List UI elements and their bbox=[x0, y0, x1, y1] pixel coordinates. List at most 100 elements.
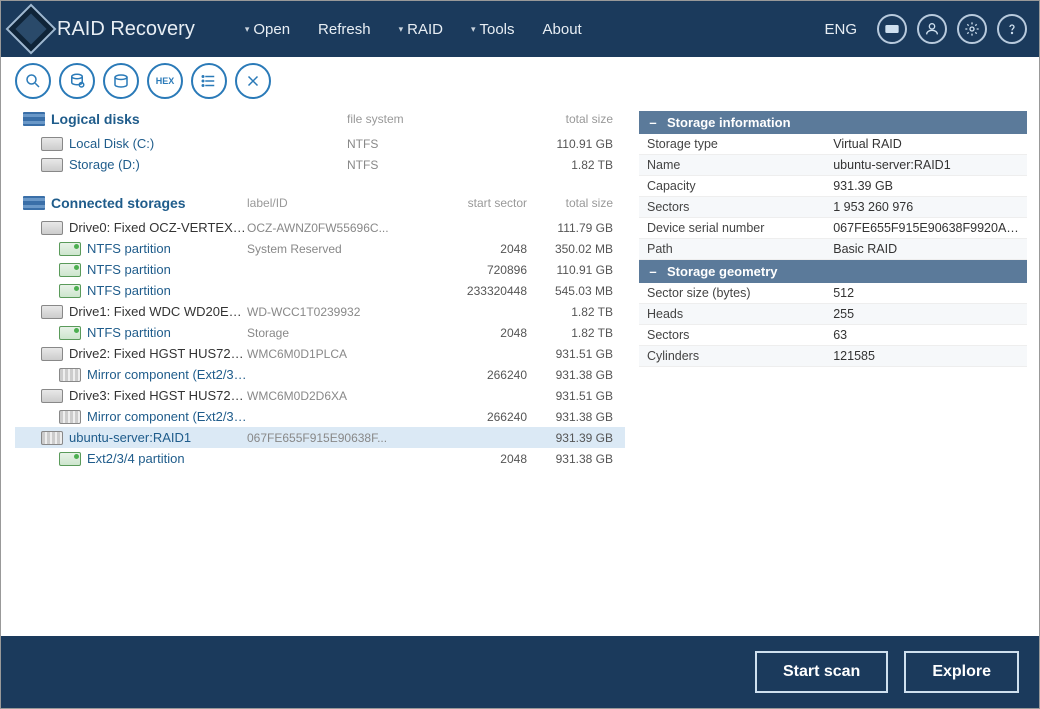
app-title: RAID Recovery bbox=[57, 18, 195, 41]
tool-close-icon[interactable] bbox=[235, 63, 271, 99]
storage-geometry-title: Storage geometry bbox=[667, 264, 778, 279]
part-icon bbox=[59, 452, 81, 466]
storage-info-header: – Storage information bbox=[639, 111, 1027, 134]
info-key: Storage type bbox=[639, 134, 825, 155]
menu-raid[interactable]: ▾RAID bbox=[399, 21, 443, 38]
info-row: Sectors63 bbox=[639, 325, 1027, 346]
tool-disk-icon[interactable] bbox=[103, 63, 139, 99]
main-area: Logical disks file system total size Loc… bbox=[1, 105, 1039, 636]
info-panel: – Storage information Storage typeVirtua… bbox=[631, 105, 1039, 636]
storage-name: ubuntu-server:RAID1 bbox=[69, 430, 247, 445]
info-value: 255 bbox=[825, 304, 1027, 325]
disk-fs: NTFS bbox=[347, 158, 527, 172]
part-icon bbox=[59, 263, 81, 277]
storage-name: Mirror component (Ext2/3/4) partition bbox=[87, 409, 247, 424]
part-icon bbox=[59, 284, 81, 298]
storage-name: NTFS partition bbox=[87, 325, 247, 340]
info-value: 512 bbox=[825, 283, 1027, 304]
storage-label: OCZ-AWNZ0FW55696C... bbox=[247, 221, 427, 235]
part-icon bbox=[59, 242, 81, 256]
storage-row[interactable]: Mirror component (Ext2/3/4) partition 266… bbox=[15, 406, 625, 427]
storage-name: Mirror component (Ext2/3/4) partition bbox=[87, 367, 247, 382]
info-key: Sectors bbox=[639, 197, 825, 218]
storage-row[interactable]: NTFS partitionStorage20481.82 TB bbox=[15, 322, 625, 343]
explore-button[interactable]: Explore bbox=[904, 651, 1019, 693]
storage-row[interactable]: NTFS partition233320448545.03 MB bbox=[15, 280, 625, 301]
connected-storages-title: Connected storages bbox=[51, 195, 186, 211]
info-row: PathBasic RAID bbox=[639, 239, 1027, 260]
storage-size: 931.51 GB bbox=[527, 389, 617, 403]
storage-size: 931.51 GB bbox=[527, 347, 617, 361]
collapse-icon[interactable]: – bbox=[647, 115, 659, 130]
storage-row[interactable]: Drive2: Fixed HGST HUS722T1TALA6...WMC6M… bbox=[15, 343, 625, 364]
tool-list-icon[interactable] bbox=[191, 63, 227, 99]
info-row: Sectors1 953 260 976 bbox=[639, 197, 1027, 218]
main-menu: ▾Open Refresh ▾RAID ▾Tools About bbox=[245, 21, 582, 38]
info-key: Path bbox=[639, 239, 825, 260]
storage-name: Drive1: Fixed WDC WD20EZRX-00DC0... bbox=[69, 304, 247, 319]
storage-size: 931.39 GB bbox=[527, 431, 617, 445]
menu-refresh[interactable]: Refresh bbox=[318, 21, 371, 38]
raid-icon bbox=[41, 431, 63, 445]
storage-row[interactable]: Ext2/3/4 partition2048931.38 GB bbox=[15, 448, 625, 469]
col-totalsize: total size bbox=[527, 112, 617, 126]
storage-size: 1.82 TB bbox=[527, 305, 617, 319]
bottom-bar: Start scan Explore bbox=[1, 636, 1039, 708]
disk-icon bbox=[41, 158, 63, 172]
logical-disks-title: Logical disks bbox=[51, 111, 140, 127]
logical-disk-row[interactable]: Storage (D:)NTFS1.82 TB bbox=[15, 154, 625, 175]
info-value: 931.39 GB bbox=[825, 176, 1027, 197]
info-key: Sector size (bytes) bbox=[639, 283, 825, 304]
info-key: Sectors bbox=[639, 325, 825, 346]
disk-fs: NTFS bbox=[347, 137, 527, 151]
disk-icon bbox=[41, 137, 63, 151]
logical-disks-header: Logical disks file system total size bbox=[15, 105, 625, 133]
disk-size: 1.82 TB bbox=[527, 158, 617, 172]
info-row: Heads255 bbox=[639, 304, 1027, 325]
storage-name: Drive0: Fixed OCZ-VERTEX3 (ATA) bbox=[69, 220, 247, 235]
info-value: ubuntu-server:RAID1 bbox=[825, 155, 1027, 176]
storage-name: Drive3: Fixed HGST HUS722T1TALA6... bbox=[69, 388, 247, 403]
storage-row[interactable]: Drive3: Fixed HGST HUS722T1TALA6...WMC6M… bbox=[15, 385, 625, 406]
storage-label: Storage bbox=[247, 326, 427, 340]
storage-row[interactable]: NTFS partitionSystem Reserved2048350.02 … bbox=[15, 238, 625, 259]
menu-open[interactable]: ▾Open bbox=[245, 21, 290, 38]
menu-about[interactable]: About bbox=[543, 21, 582, 38]
storage-size: 545.03 MB bbox=[527, 284, 617, 298]
storage-label: WD-WCC1T0239932 bbox=[247, 305, 427, 319]
drive-icon bbox=[41, 389, 63, 403]
help-icon[interactable] bbox=[997, 14, 1027, 44]
storage-row[interactable]: ubuntu-server:RAID1067FE655F915E90638F..… bbox=[15, 427, 625, 448]
info-key: Name bbox=[639, 155, 825, 176]
storage-row[interactable]: Drive0: Fixed OCZ-VERTEX3 (ATA)OCZ-AWNZ0… bbox=[15, 217, 625, 238]
storage-row[interactable]: Drive1: Fixed WDC WD20EZRX-00DC0...WD-WC… bbox=[15, 301, 625, 322]
language-switch[interactable]: ENG bbox=[824, 21, 857, 38]
logical-disk-row[interactable]: Local Disk (C:)NTFS110.91 GB bbox=[15, 133, 625, 154]
storage-size: 931.38 GB bbox=[527, 410, 617, 424]
menu-tools[interactable]: ▾Tools bbox=[471, 21, 515, 38]
info-row: Storage typeVirtual RAID bbox=[639, 134, 1027, 155]
user-icon[interactable] bbox=[917, 14, 947, 44]
disk-name: Storage (D:) bbox=[69, 157, 347, 172]
storage-label: WMC6M0D2D6XA bbox=[247, 389, 427, 403]
tool-hex-icon[interactable]: HEX bbox=[147, 63, 183, 99]
storage-row[interactable]: NTFS partition720896110.91 GB bbox=[15, 259, 625, 280]
storage-start: 2048 bbox=[427, 242, 527, 256]
storage-start: 2048 bbox=[427, 452, 527, 466]
disk-name: Local Disk (C:) bbox=[69, 136, 347, 151]
start-scan-button[interactable]: Start scan bbox=[755, 651, 888, 693]
tool-scan-icon[interactable] bbox=[15, 63, 51, 99]
storage-info-title: Storage information bbox=[667, 115, 791, 130]
settings-icon[interactable] bbox=[957, 14, 987, 44]
info-key: Device serial number bbox=[639, 218, 825, 239]
storage-start: 266240 bbox=[427, 410, 527, 424]
info-key: Cylinders bbox=[639, 346, 825, 367]
col-start: start sector bbox=[427, 196, 527, 210]
storage-row[interactable]: Mirror component (Ext2/3/4) partition266… bbox=[15, 364, 625, 385]
collapse-icon[interactable]: – bbox=[647, 264, 659, 279]
keyboard-icon[interactable] bbox=[877, 14, 907, 44]
storage-size: 110.91 GB bbox=[527, 263, 617, 277]
storage-size: 1.82 TB bbox=[527, 326, 617, 340]
storage-name: NTFS partition bbox=[87, 283, 247, 298]
tool-search-db-icon[interactable] bbox=[59, 63, 95, 99]
